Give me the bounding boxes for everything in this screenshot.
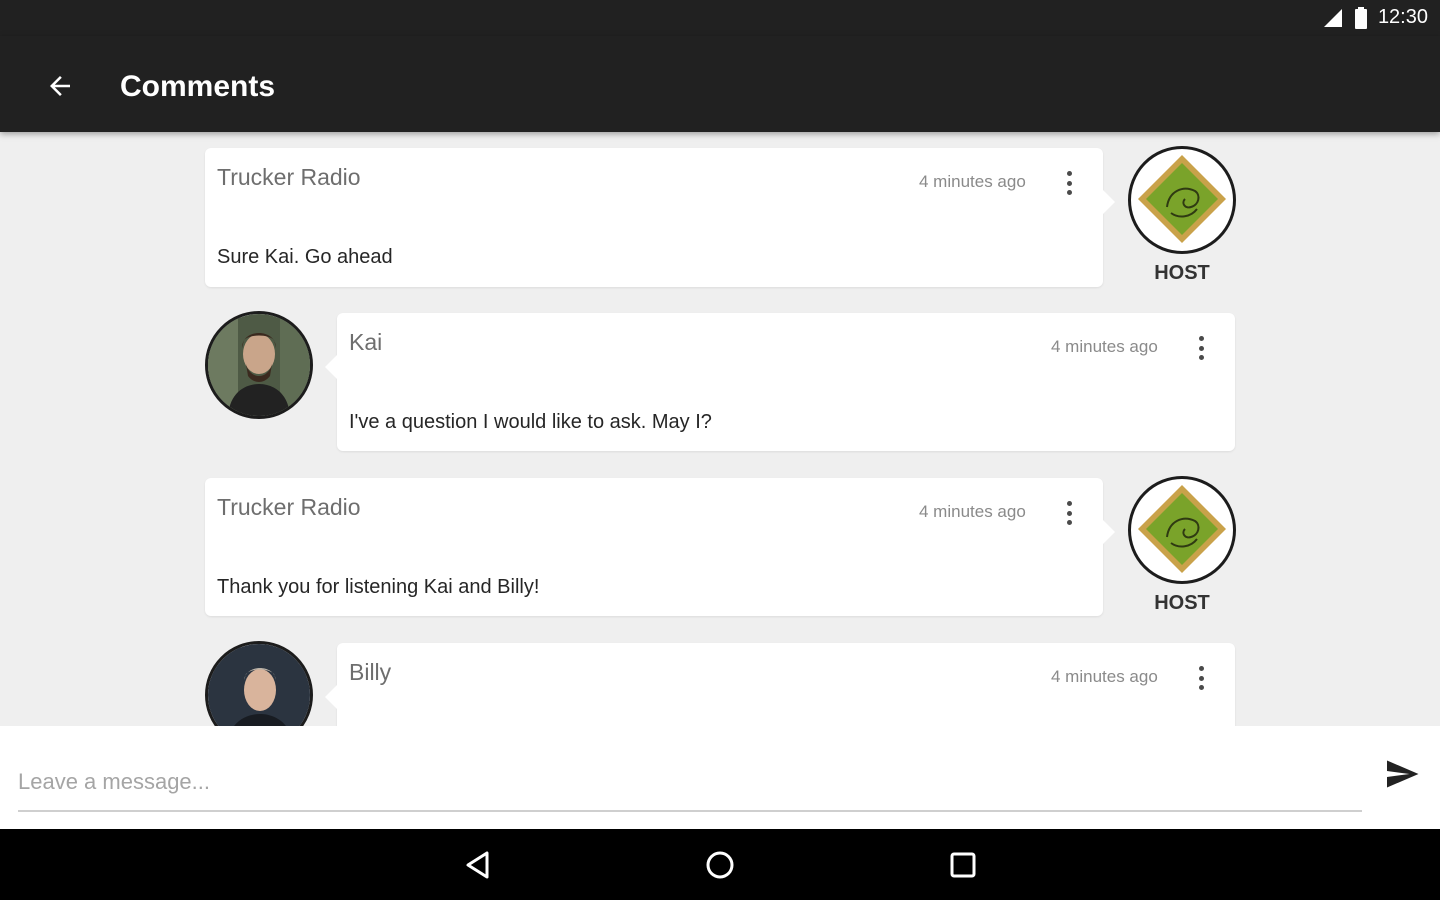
status-icons: 12:30 [1322, 6, 1428, 29]
host-label: HOST [1154, 262, 1210, 284]
message-input[interactable] [18, 754, 1362, 812]
host-logo-icon [1138, 155, 1226, 243]
send-button[interactable] [1384, 756, 1424, 796]
host-avatar[interactable] [1128, 476, 1236, 584]
nav-home-button[interactable] [700, 845, 740, 885]
system-nav-bar [0, 829, 1440, 900]
battery-icon [1354, 6, 1367, 29]
comment-card: Kai 4 minutes ago I've a question I woul… [325, 313, 1235, 451]
more-options-button[interactable] [1191, 663, 1211, 693]
more-options-button[interactable] [1059, 498, 1079, 528]
comment-time: 4 minutes ago [919, 172, 1026, 191]
signal-icon [1323, 8, 1342, 27]
nav-recents-button[interactable] [943, 845, 983, 885]
comment-card: Trucker Radio 4 minutes ago Sure Kai. Go… [205, 148, 1115, 287]
send-icon [1387, 760, 1419, 788]
status-bar: 12:30 [0, 0, 1440, 36]
user-avatar[interactable] [205, 641, 313, 726]
circle-home-icon [706, 851, 734, 879]
comments-list[interactable]: Trucker Radio 4 minutes ago Sure Kai. Go… [0, 132, 1440, 726]
composer-bar [0, 726, 1440, 829]
square-recents-icon [950, 852, 976, 878]
arrow-back-icon [50, 76, 70, 96]
avatar-kai-image [208, 314, 310, 416]
comment-author: Kai [349, 329, 383, 355]
comment-author: Trucker Radio [217, 494, 361, 520]
host-logo-icon [1138, 485, 1226, 573]
host-label: HOST [1154, 592, 1210, 614]
comment-message: Sure Kai. Go ahead [217, 246, 393, 268]
comment-time: 4 minutes ago [1051, 667, 1158, 686]
app-bar: Comments [0, 36, 1440, 132]
page-title: Comments [120, 70, 276, 103]
comment-card: Billy 4 minutes ago [325, 643, 1235, 726]
status-time: 12:30 [1377, 6, 1428, 28]
nav-back-button[interactable] [458, 845, 498, 885]
triangle-back-icon [466, 851, 489, 879]
comment-card: Trucker Radio 4 minutes ago Thank you fo… [205, 478, 1115, 616]
comment-author: Billy [349, 659, 392, 685]
back-button[interactable] [40, 66, 80, 106]
comment-author: Trucker Radio [217, 164, 361, 190]
host-avatar[interactable] [1128, 146, 1236, 254]
avatar-billy-image [208, 644, 310, 726]
comment-time: 4 minutes ago [1051, 337, 1158, 356]
comment-time: 4 minutes ago [919, 502, 1026, 521]
comment-message: Thank you for listening Kai and Billy! [217, 576, 540, 598]
comment-message: I've a question I would like to ask. May… [349, 411, 712, 433]
user-avatar[interactable] [205, 311, 313, 419]
more-options-button[interactable] [1191, 333, 1211, 363]
more-options-button[interactable] [1059, 168, 1079, 198]
